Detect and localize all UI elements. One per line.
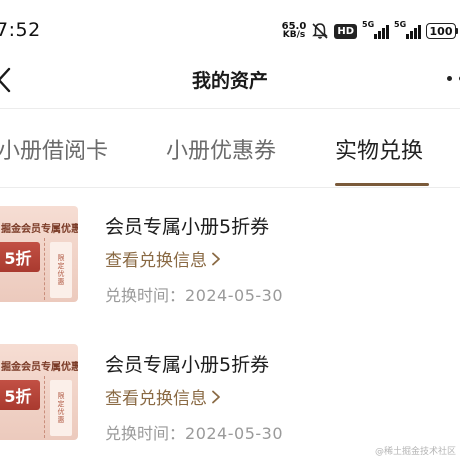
battery-level: 100	[426, 23, 456, 39]
time-value: 2024-05-30	[185, 286, 283, 305]
view-exchange-info-link[interactable]: 查看兑换信息	[105, 384, 221, 409]
item-title: 会员专属小册5折券	[105, 216, 270, 238]
coupon-header: 掘金会员专属优惠券	[1, 224, 78, 235]
signal-1-label: 5G	[362, 20, 375, 29]
time-value: 2024-05-30	[185, 424, 283, 443]
coupon-thumbnail: 掘金会员专属优惠券 5折 限定优惠	[0, 206, 78, 302]
link-label: 查看兑换信息	[105, 251, 207, 271]
status-bar: 7:52 65.0 KB/s HD 5G 5G 100	[0, 0, 460, 52]
page-title: 我的资产	[191, 70, 268, 92]
signal-1-icon: 5G	[362, 20, 389, 39]
signal-2-label: 5G	[394, 20, 407, 29]
network-speed: 65.0 KB/s	[282, 22, 307, 40]
tab-booklet-card[interactable]: 小册借阅卡	[0, 133, 108, 165]
net-speed-unit: KB/s	[282, 30, 306, 40]
coupon-header: 掘金会员专属优惠券	[1, 362, 78, 373]
time-label: 兑换时间：	[105, 286, 186, 305]
signal-2-icon: 5G	[394, 20, 421, 39]
watermark: @稀土掘金技术社区	[374, 447, 456, 457]
active-tab-indicator	[335, 183, 429, 186]
more-options-button[interactable]	[447, 76, 460, 81]
tab-physical-exchange[interactable]: 实物兑换	[335, 133, 423, 165]
item-title: 会员专属小册5折券	[105, 354, 270, 376]
chevron-right-icon	[212, 252, 220, 265]
coupon-value: 5折	[0, 242, 40, 272]
coupon-side-label: 限定优惠	[50, 380, 72, 436]
coupon-thumbnail: 掘金会员专属优惠券 5折 限定优惠	[0, 344, 78, 440]
time-label: 兑换时间：	[105, 424, 186, 443]
view-exchange-info-link[interactable]: 查看兑换信息	[105, 246, 221, 271]
list-item[interactable]: 掘金会员专属优惠券 5折 限定优惠 会员专属小册5折券 查看兑换信息 兑换时间：…	[0, 326, 460, 456]
exchange-time: 兑换时间：2024-05-30	[105, 420, 283, 444]
coupon-dash	[44, 238, 45, 300]
dot-icon	[447, 76, 452, 81]
tab-bar: 小册借阅卡 小册优惠券 实物兑换	[0, 109, 460, 187]
link-label: 查看兑换信息	[105, 389, 207, 409]
hd-badge: HD	[334, 23, 357, 39]
coupon-dash	[44, 376, 45, 438]
chevron-right-icon	[212, 390, 220, 403]
tab-booklet-coupon[interactable]: 小册优惠券	[166, 133, 276, 165]
coupon-value: 5折	[0, 380, 40, 410]
exchange-time: 兑换时间：2024-05-30	[105, 282, 283, 306]
status-icons: 65.0 KB/s HD 5G 5G 100	[282, 20, 458, 42]
list-item[interactable]: 掘金会员专属优惠券 5折 限定优惠 会员专属小册5折券 查看兑换信息 兑换时间：…	[0, 188, 460, 318]
coupon-side-label: 限定优惠	[50, 242, 72, 298]
battery-icon: 100	[426, 23, 458, 39]
bell-muted-icon	[311, 22, 329, 40]
status-time: 7:52	[0, 19, 41, 41]
nav-bar: 我的资产	[0, 52, 460, 108]
